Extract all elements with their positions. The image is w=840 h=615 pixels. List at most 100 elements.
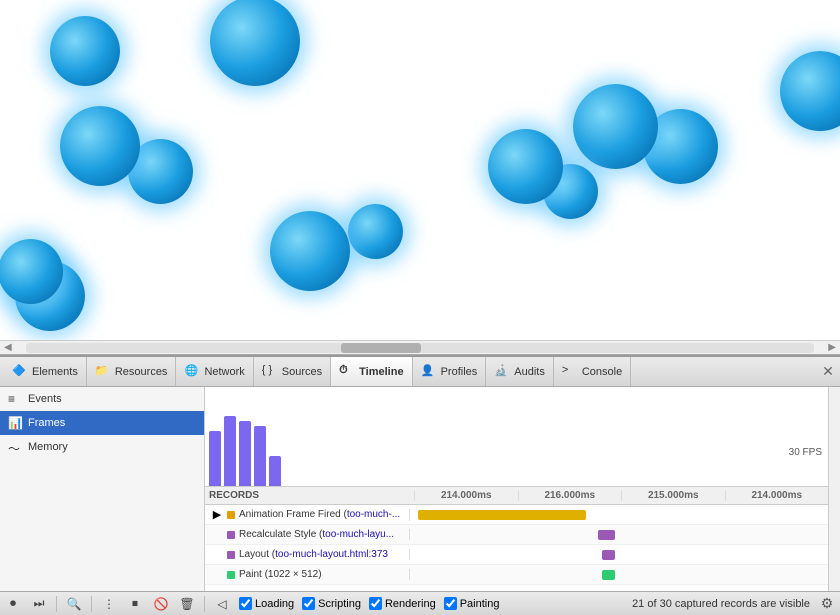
tab-network[interactable]: 🌐 Network bbox=[176, 357, 253, 386]
left-panel-frames-label: Frames bbox=[28, 417, 65, 429]
record-color-indicator bbox=[227, 571, 235, 579]
sources-icon: { } bbox=[262, 364, 278, 380]
scrollbar-track[interactable] bbox=[26, 343, 815, 353]
checkbox-painting[interactable]: Painting bbox=[444, 597, 500, 610]
record-left-paint: Paint (1022 × 512) bbox=[205, 569, 410, 580]
checkbox-input-loading[interactable] bbox=[239, 597, 252, 610]
record-bar bbox=[598, 530, 615, 540]
block-button[interactable]: 🚫 bbox=[152, 595, 170, 613]
records-header: RECORDS 214.000ms216.000ms215.000ms214.0… bbox=[205, 487, 828, 505]
record-timeline-layout bbox=[410, 545, 828, 564]
timeline-bar-1 bbox=[224, 416, 236, 486]
delete-button[interactable]: 🗑 bbox=[178, 595, 196, 613]
resources-icon: 📁 bbox=[95, 364, 111, 380]
checkbox-label-scripting: Scripting bbox=[318, 598, 361, 610]
checkbox-rendering[interactable]: Rendering bbox=[369, 597, 436, 610]
left-panel: ≡ Events 📊Frames〜Memory bbox=[0, 387, 205, 591]
checkbox-label-rendering: Rendering bbox=[385, 598, 436, 610]
tab-sources[interactable]: { } Sources bbox=[254, 357, 331, 386]
record-timeline-animation-frame bbox=[410, 505, 828, 524]
tab-elements-label: Elements bbox=[32, 366, 78, 378]
records-area: RECORDS 214.000ms216.000ms215.000ms214.0… bbox=[205, 487, 828, 591]
record-left-recalculate-style: Recalculate Style (too-much-layu... bbox=[205, 529, 410, 540]
records-label: RECORDS bbox=[209, 490, 414, 501]
separator3 bbox=[204, 596, 205, 612]
devtools-scrollbar[interactable] bbox=[828, 387, 840, 591]
tab-sources-label: Sources bbox=[282, 366, 322, 378]
record-row-paint: Paint (1022 × 512) bbox=[205, 565, 828, 585]
checkbox-input-rendering[interactable] bbox=[369, 597, 382, 610]
record-color-indicator bbox=[227, 531, 235, 539]
timeline-bar-0 bbox=[209, 431, 221, 486]
tab-profiles[interactable]: 👤Profiles bbox=[413, 357, 487, 386]
record-link[interactable]: too-much-... bbox=[347, 509, 400, 520]
record-timeline-paint bbox=[410, 565, 828, 584]
checkbox-loading[interactable]: Loading bbox=[239, 597, 294, 610]
clear-button[interactable]: ⏭ bbox=[30, 595, 48, 613]
left-panel-memory-label: Memory bbox=[28, 441, 68, 453]
record-name-paint: Paint (1022 × 512) bbox=[239, 569, 322, 580]
timeline-icon: ⏱ bbox=[339, 364, 355, 380]
record-color-indicator bbox=[227, 511, 235, 519]
record-bar bbox=[602, 570, 615, 580]
scrollbar-thumb[interactable] bbox=[341, 343, 421, 353]
audits-icon: 🔬 bbox=[494, 364, 510, 380]
fps-label: 30 FPS bbox=[789, 447, 822, 458]
bubble bbox=[488, 129, 563, 204]
checkbox-label-painting: Painting bbox=[460, 598, 500, 610]
record-timeline-recalculate-style bbox=[410, 525, 828, 544]
bubble bbox=[0, 239, 63, 304]
left-panel-events-label: Events bbox=[28, 393, 62, 405]
events-icon: ≡ bbox=[8, 392, 22, 406]
tab-console[interactable]: >Console bbox=[554, 357, 631, 386]
records-list[interactable]: ▶ Animation Frame Fired (too-much-... Reca… bbox=[205, 505, 828, 591]
left-panel-frames[interactable]: 📊Frames bbox=[0, 411, 204, 435]
record-name-layout: Layout (too-much-layout.html:373 bbox=[239, 549, 388, 560]
filter-button[interactable]: ⋮ bbox=[100, 595, 118, 613]
left-panel-memory[interactable]: 〜Memory bbox=[0, 435, 204, 459]
bubble bbox=[348, 204, 403, 259]
bubble bbox=[50, 16, 120, 86]
records-timeline-headers: 214.000ms216.000ms215.000ms214.000ms bbox=[414, 490, 828, 501]
viewport-scrollbar[interactable]: ◀ ▶ bbox=[0, 340, 840, 354]
network-icon: 🌐 bbox=[184, 364, 200, 380]
checkbox-scripting[interactable]: Scripting bbox=[302, 597, 361, 610]
timeline-header-3: 214.000ms bbox=[725, 490, 829, 501]
separator bbox=[56, 596, 57, 612]
record-color-indicator bbox=[227, 551, 235, 559]
browser-viewport: ◀ ▶ bbox=[0, 0, 840, 355]
search-button[interactable]: 🔍 bbox=[65, 595, 83, 613]
tab-network-label: Network bbox=[204, 366, 244, 378]
checkbox-input-painting[interactable] bbox=[444, 597, 457, 610]
checkbox-input-scripting[interactable] bbox=[302, 597, 315, 610]
tab-resources[interactable]: 📁 Resources bbox=[87, 357, 177, 386]
devtools-close-button[interactable]: ✕ bbox=[820, 364, 836, 380]
timeline-header-0: 214.000ms bbox=[414, 490, 518, 501]
expand-icon[interactable]: ▶ bbox=[211, 509, 223, 521]
tab-console-label: Console bbox=[582, 366, 622, 378]
separator2 bbox=[91, 596, 92, 612]
tab-audits-label: Audits bbox=[514, 366, 545, 378]
devtools-panel: 🔷Elements 📁 Resources 🌐 Network { } Sources ⏱ Ti… bbox=[0, 355, 840, 615]
gear-button[interactable]: ⚙ bbox=[818, 595, 836, 613]
tab-elements[interactable]: 🔷Elements bbox=[4, 357, 87, 386]
record-row-animation-frame: ▶ Animation Frame Fired (too-much-... bbox=[205, 505, 828, 525]
record-button[interactable]: ⏺ bbox=[4, 595, 22, 613]
nav-button[interactable]: ◁ bbox=[213, 595, 231, 613]
checkbox-label-loading: Loading bbox=[255, 598, 294, 610]
tab-timeline-label: Timeline bbox=[359, 366, 403, 378]
left-panel-events[interactable]: ≡ Events bbox=[0, 387, 204, 411]
record-link[interactable]: too-much-layout.html:373 bbox=[275, 549, 388, 560]
record-name-animation-frame: Animation Frame Fired (too-much-... bbox=[239, 509, 400, 520]
record-bar bbox=[418, 510, 585, 520]
bubble bbox=[210, 0, 300, 86]
timeline-header-1: 216.000ms bbox=[518, 490, 622, 501]
profiles-icon: 👤 bbox=[421, 364, 437, 380]
devtools-content: ≡ Events 📊Frames〜Memory 30 FPS RECORDS 214… bbox=[0, 387, 840, 591]
stop-button[interactable]: ⏹ bbox=[126, 595, 144, 613]
bubble bbox=[780, 51, 840, 131]
tab-resources-label: Resources bbox=[115, 366, 168, 378]
tab-timeline[interactable]: ⏱ Timeline bbox=[331, 357, 412, 386]
record-link[interactable]: too-much-layu... bbox=[322, 529, 394, 540]
tab-audits[interactable]: 🔬 Audits bbox=[486, 357, 554, 386]
